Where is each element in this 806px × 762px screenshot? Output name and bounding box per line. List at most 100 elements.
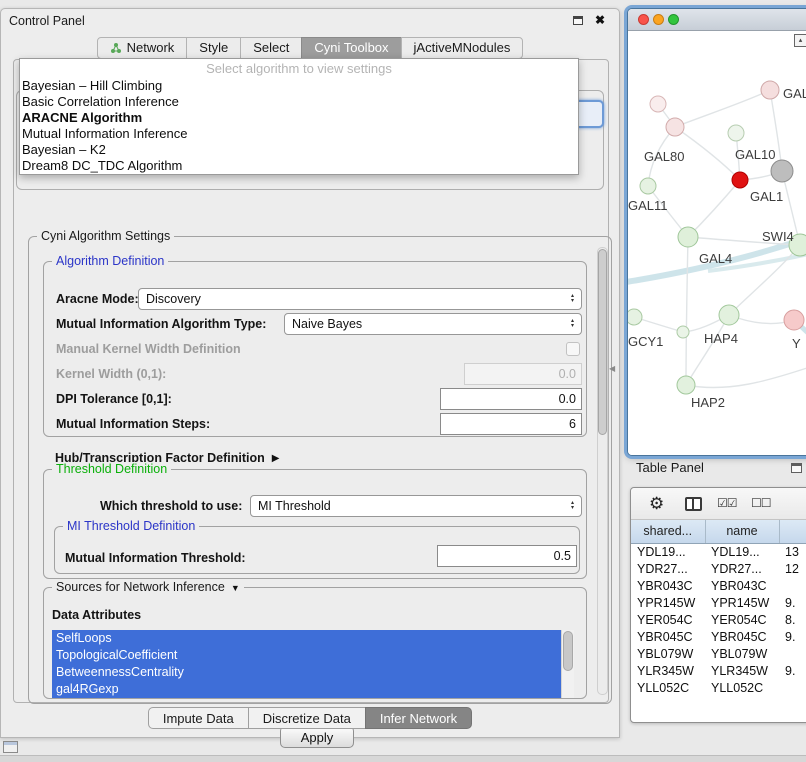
show-columns-icon[interactable] — [685, 497, 702, 511]
mi-threshold-definition-group: MI Threshold Definition Mutual Informati… — [54, 526, 580, 574]
algorithm-option[interactable]: Bayesian – K2 — [20, 142, 578, 158]
kernel-width-label: Kernel Width (0,1): — [56, 363, 166, 385]
table-row[interactable]: YBR043CYBR043C — [631, 577, 806, 594]
splitter-collapse-arrow[interactable]: ◀ — [609, 364, 615, 373]
table-cell: YDL19... — [705, 543, 779, 560]
network-node-label: Y — [792, 336, 801, 351]
select-all-columns-icon[interactable]: ☑☑ — [717, 496, 737, 510]
table-row[interactable]: YBR045CYBR045C9. — [631, 628, 806, 645]
algorithm-option[interactable]: ARACNE Algorithm — [20, 110, 578, 126]
table-cell: 9. — [779, 594, 806, 611]
network-node-label: GAL7 — [783, 86, 806, 101]
settings-scrollbar[interactable] — [597, 247, 608, 695]
data-attributes-label: Data Attributes — [52, 604, 141, 626]
birdseye-toggle-icon[interactable]: ▴ — [794, 34, 806, 47]
table-row[interactable]: YLR345WYLR345W9. — [631, 662, 806, 679]
network-node[interactable] — [677, 376, 695, 394]
column-header[interactable]: name — [705, 520, 779, 543]
tab-impute-data[interactable]: Impute Data — [148, 707, 249, 729]
table-row[interactable]: YPR145WYPR145W9. — [631, 594, 806, 611]
tab-jactivemnodules[interactable]: jActiveMNodules — [401, 37, 524, 59]
minimize-traffic-light[interactable] — [653, 14, 664, 25]
table-cell: 9. — [779, 628, 806, 645]
chevron-down-icon: ▼ — [231, 583, 240, 593]
mi-algorithm-type-select[interactable]: Naive Bayes ▴▾ — [284, 313, 582, 335]
combo-arrows-icon: ▴▾ — [571, 294, 574, 304]
tab-network[interactable]: Network — [97, 37, 188, 59]
table-row[interactable]: YDL19...YDL19...13 — [631, 543, 806, 560]
table-row[interactable]: YBL079WYBL079W — [631, 645, 806, 662]
scrollbar-thumb[interactable] — [563, 631, 573, 671]
network-canvas[interactable]: GAL7GAL80GAL10GAL11GAL1SWI4GAL4GCY1HAP4Y… — [628, 31, 806, 455]
aracne-mode-select[interactable]: Discovery ▴▾ — [138, 288, 582, 310]
table-cell: YBL079W — [631, 645, 705, 662]
network-node[interactable] — [732, 172, 748, 188]
mi-threshold-label: Mutual Information Threshold: — [65, 547, 246, 569]
network-node[interactable] — [719, 305, 739, 325]
network-node[interactable] — [761, 81, 779, 99]
table-cell: YDR27... — [631, 560, 705, 577]
column-header[interactable] — [779, 520, 806, 543]
network-node[interactable] — [628, 309, 642, 325]
network-node[interactable] — [650, 96, 666, 112]
tab-infer-network[interactable]: Infer Network — [365, 707, 472, 729]
mi-threshold-field[interactable] — [437, 545, 577, 567]
network-window-titlebar[interactable] — [628, 9, 806, 31]
attribute-list-item[interactable]: SelfLoops — [52, 630, 561, 647]
network-node-label: GAL1 — [750, 189, 783, 204]
tab-discretize-data[interactable]: Discretize Data — [248, 707, 366, 729]
table-cell: YER054C — [631, 611, 705, 628]
aracne-mode-label: Aracne Mode: — [56, 288, 139, 310]
cyni-bottom-tabbar: Impute Data Discretize Data Infer Networ… — [1, 707, 619, 729]
table-row[interactable]: YER054CYER054C8. — [631, 611, 806, 628]
float-window-icon[interactable] — [573, 16, 583, 25]
sources-toggle[interactable]: Sources for Network Inference▼ — [52, 580, 244, 594]
group-title: MI Threshold Definition — [63, 519, 199, 533]
panel-toggle-icon[interactable] — [3, 741, 18, 753]
table-cell: 13 — [779, 543, 806, 560]
algorithm-definition-group: Algorithm Definition Aracne Mode: Discov… — [43, 261, 587, 437]
attribute-list-item[interactable]: BetweennessCentrality — [52, 664, 561, 681]
selected-value: Discovery — [146, 292, 201, 306]
desktop: Control Panel ✖ Network Style Select Cyn… — [0, 0, 806, 762]
apply-button[interactable]: Apply — [280, 726, 354, 748]
table-settings-gear-icon[interactable]: ⚙ — [649, 494, 664, 514]
which-threshold-select[interactable]: MI Threshold ▴▾ — [250, 495, 582, 517]
table-cell: 9. — [779, 662, 806, 679]
network-node[interactable] — [678, 227, 698, 247]
close-traffic-light[interactable] — [638, 14, 649, 25]
scrollbar-thumb[interactable] — [598, 249, 607, 435]
network-node[interactable] — [728, 125, 744, 141]
algorithm-option[interactable]: Mutual Information Inference — [20, 126, 578, 142]
tab-style[interactable]: Style — [186, 37, 241, 59]
table-cell: YLL052C — [631, 679, 705, 696]
network-node[interactable] — [640, 178, 656, 194]
tab-cyni-toolbox[interactable]: Cyni Toolbox — [301, 37, 401, 59]
mi-steps-field[interactable] — [440, 413, 582, 435]
table-cell: YER054C — [705, 611, 779, 628]
network-node[interactable] — [771, 160, 793, 182]
network-node[interactable] — [666, 118, 684, 136]
selected-value: Naive Bayes — [292, 317, 362, 331]
zoom-traffic-light[interactable] — [668, 14, 679, 25]
deselect-all-columns-icon[interactable]: ☐☐ — [751, 496, 771, 510]
algorithm-option[interactable]: Basic Correlation Inference — [20, 94, 578, 110]
table-cell: YLR345W — [705, 662, 779, 679]
network-node-label: GAL11 — [628, 198, 668, 213]
float-table-panel-icon[interactable] — [791, 463, 802, 473]
close-icon[interactable]: ✖ — [595, 13, 605, 27]
table-row[interactable]: YLL052CYLL052C — [631, 679, 806, 696]
column-header[interactable]: shared... — [631, 520, 705, 543]
network-node[interactable] — [784, 310, 804, 330]
algorithm-option[interactable]: Bayesian – Hill Climbing — [20, 78, 578, 94]
tab-select[interactable]: Select — [240, 37, 302, 59]
network-node[interactable] — [677, 326, 689, 338]
dpi-tolerance-field[interactable] — [440, 388, 582, 410]
table-row[interactable]: YDR27...YDR27...12 — [631, 560, 806, 577]
control-panel-window: Control Panel ✖ Network Style Select Cyn… — [0, 8, 620, 738]
attribute-list-item[interactable]: gal4RGexp — [52, 681, 561, 698]
algorithm-option[interactable]: Dream8 DC_TDC Algorithm — [20, 158, 578, 174]
tab-label: Cyni Toolbox — [314, 38, 388, 58]
attribute-list-item[interactable]: TopologicalCoefficient — [52, 647, 561, 664]
list-scrollbar[interactable] — [561, 630, 574, 698]
